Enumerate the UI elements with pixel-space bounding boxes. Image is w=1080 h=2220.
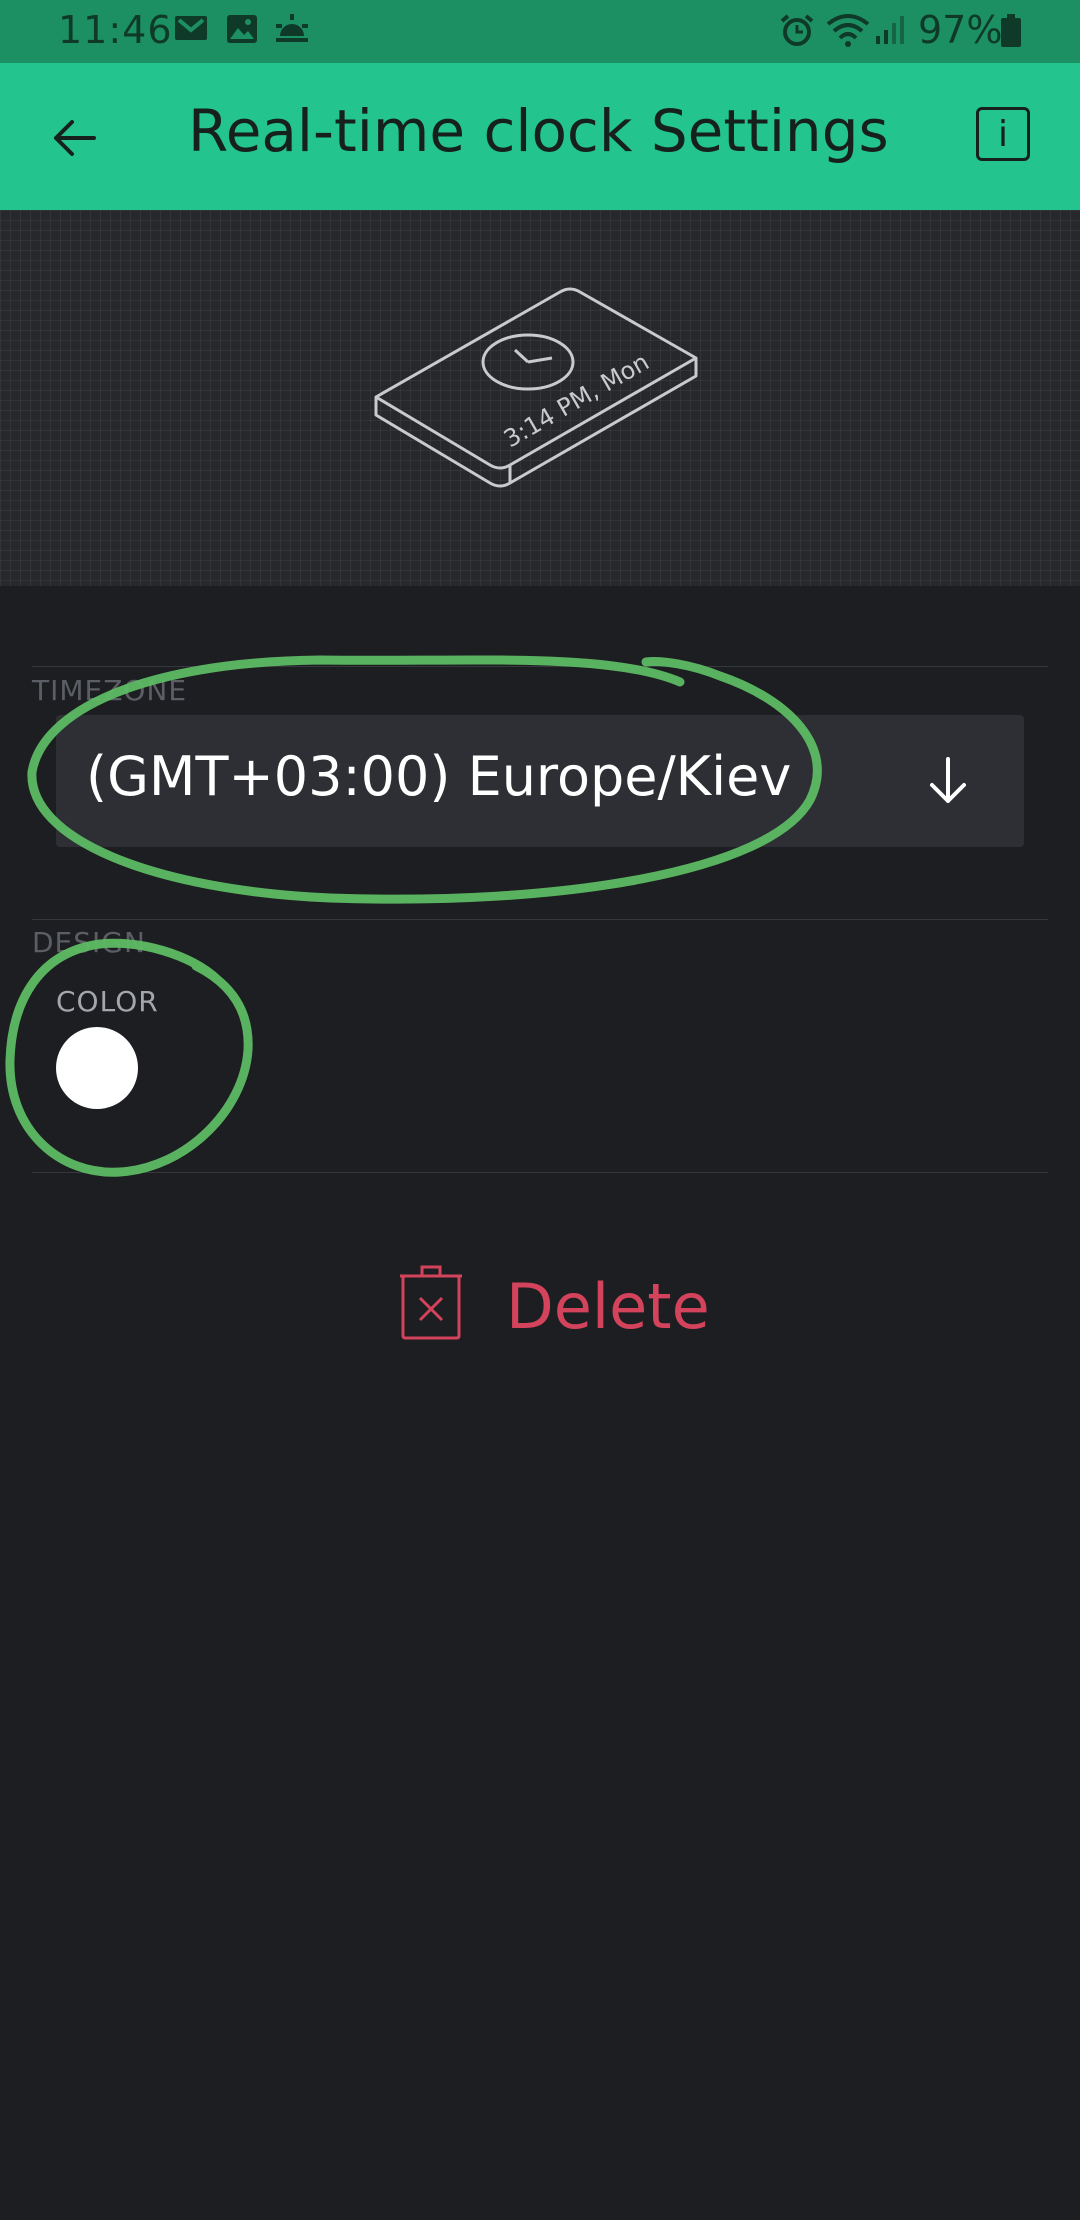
- delete-button[interactable]: Delete: [398, 1262, 710, 1352]
- app-bar: Real-time clock Settings i: [0, 63, 1080, 210]
- design-section-label: DESIGN: [32, 926, 146, 959]
- status-time: 11:46: [58, 8, 173, 52]
- gallery-icon: [227, 15, 257, 43]
- timezone-value: (GMT+03:00) Europe/Kiev: [86, 745, 792, 808]
- wifi-icon: [826, 14, 870, 47]
- info-button[interactable]: i: [976, 107, 1030, 161]
- widget-preview: 3:14 PM, Mon: [0, 210, 1080, 586]
- trash-icon: [400, 1265, 462, 1340]
- gmail-icon: [175, 16, 207, 40]
- arrow-down-icon: [930, 757, 966, 803]
- back-arrow-icon[interactable]: [40, 103, 110, 173]
- status-bar: 11:46 97%: [0, 0, 1080, 63]
- section-divider: [32, 1172, 1048, 1173]
- color-picker-swatch[interactable]: [56, 1027, 138, 1109]
- alarm-icon: [780, 14, 814, 46]
- color-label: COLOR: [56, 985, 159, 1018]
- section-divider: [32, 919, 1048, 920]
- battery-percentage: 97%: [918, 8, 1003, 52]
- delete-label: Delete: [506, 1270, 710, 1343]
- page-title: Real-time clock Settings: [188, 97, 889, 165]
- preview-time-text: 3:14 PM, Mon: [499, 348, 654, 454]
- section-divider: [32, 666, 1048, 667]
- signal-icon: [876, 16, 904, 44]
- timezone-dropdown[interactable]: (GMT+03:00) Europe/Kiev: [56, 715, 1024, 847]
- battery-icon: [1001, 14, 1021, 47]
- rtc-device-illustration: 3:14 PM, Mon: [374, 287, 698, 488]
- weather-icon: [276, 14, 308, 42]
- timezone-section-label: TIMEZONE: [32, 674, 188, 707]
